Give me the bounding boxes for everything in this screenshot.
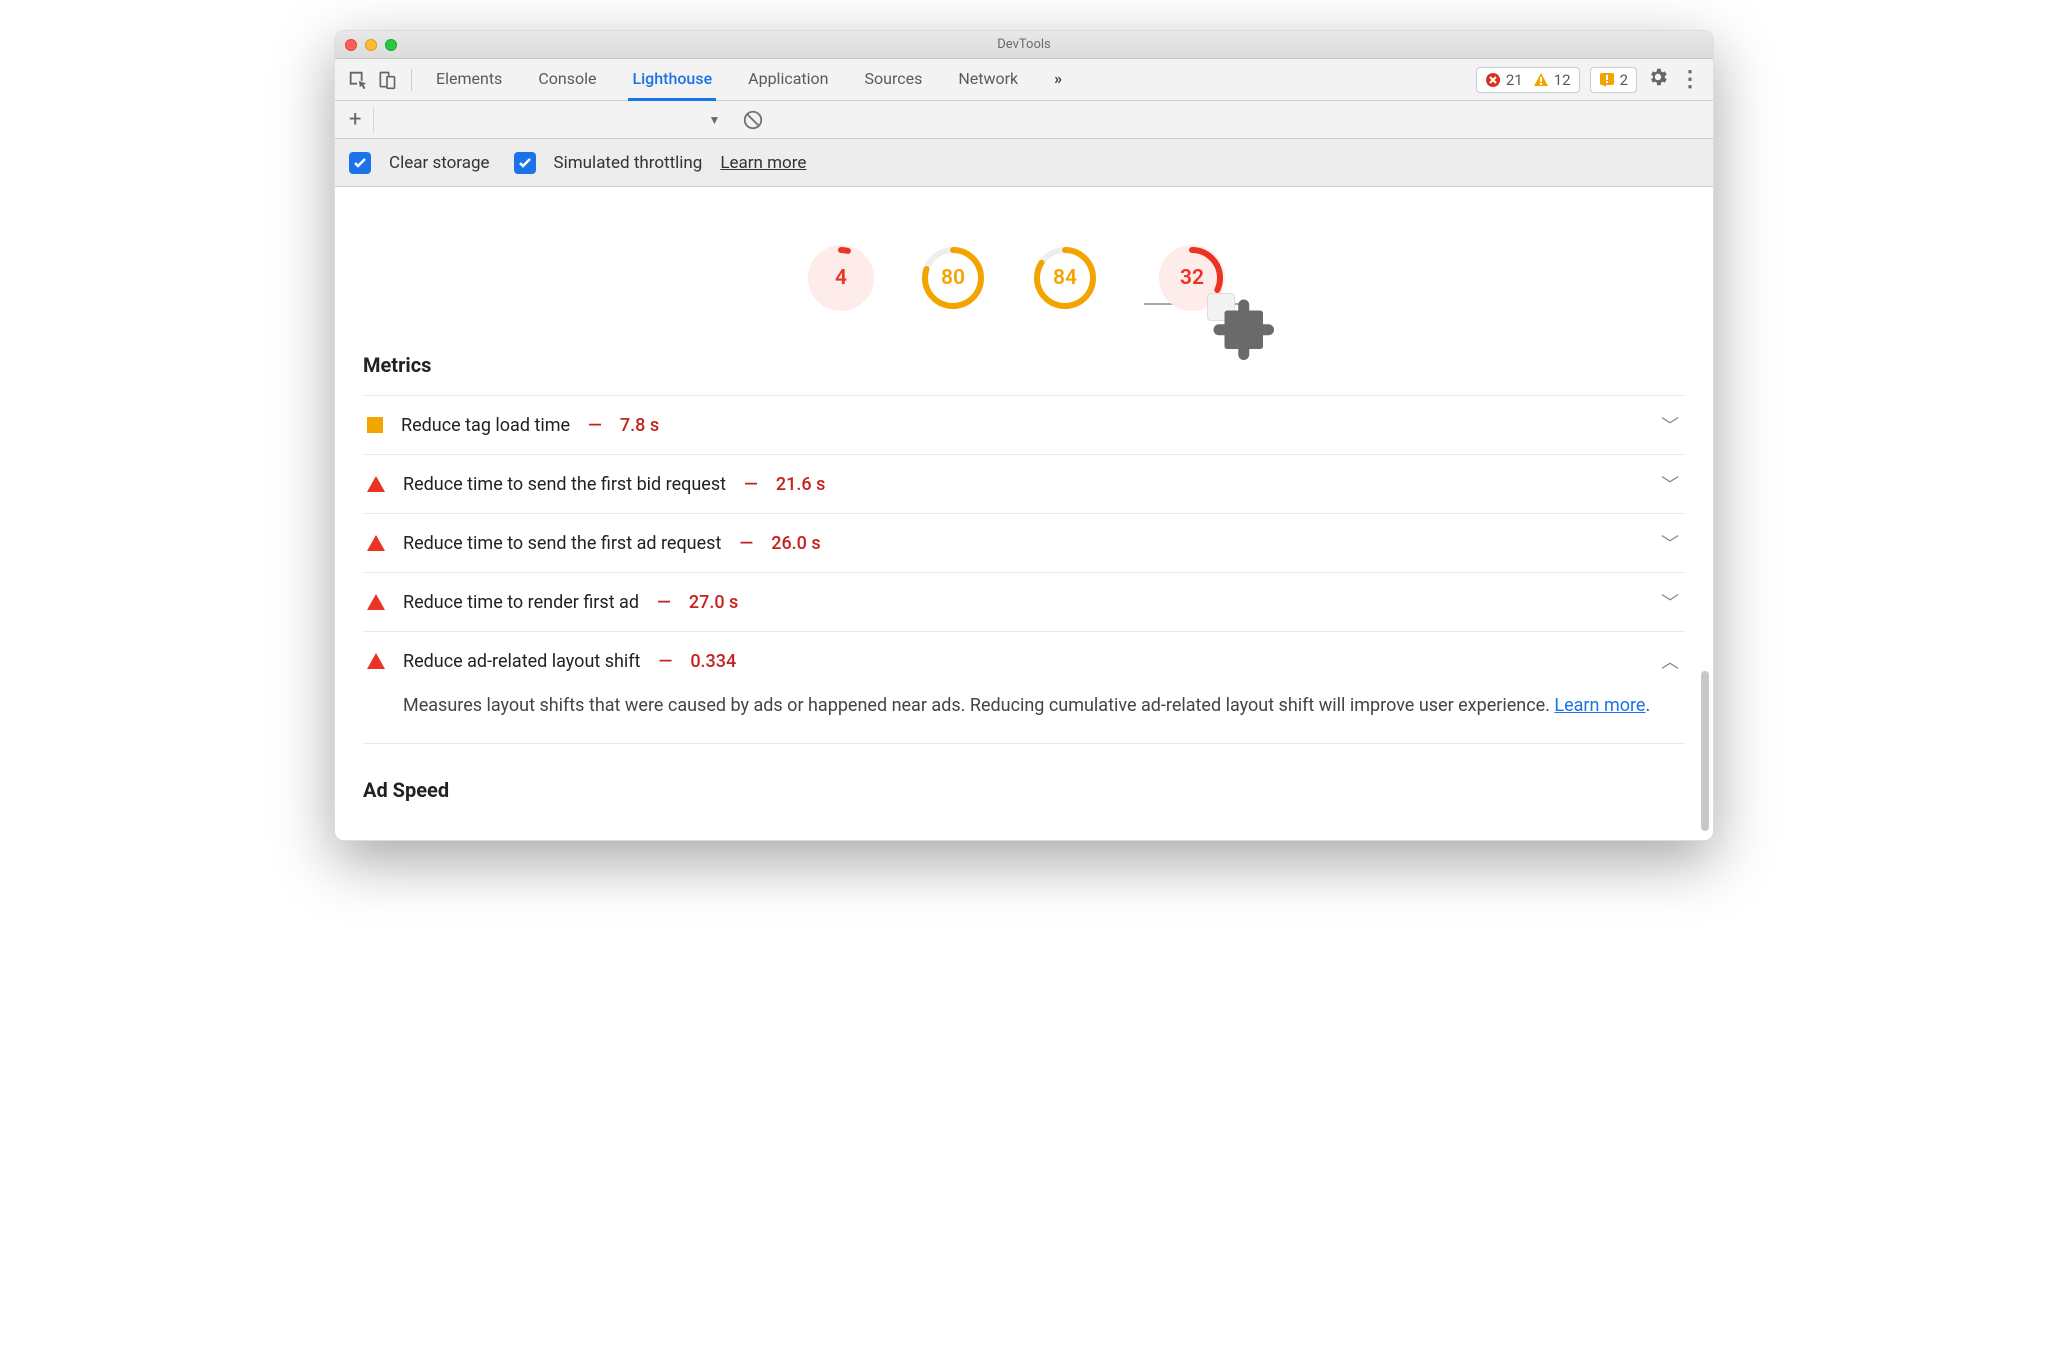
audit-value: 0.334 (690, 651, 736, 672)
scrollbar[interactable] (1701, 671, 1709, 831)
tab-elements[interactable]: Elements (432, 59, 506, 101)
lighthouse-toolbar: + ▼ (335, 101, 1713, 139)
audit-row[interactable]: Reduce time to send the first ad request… (367, 530, 1679, 556)
simulated-throttling-label: Simulated throttling (554, 153, 703, 173)
chevron-down-icon[interactable]: ﹀ (1661, 471, 1679, 497)
inspect-icon[interactable] (347, 69, 369, 91)
audit-list: Reduce tag load time — 7.8 s ﹀ Reduce ti… (363, 395, 1685, 744)
window-title: DevTools (335, 37, 1713, 52)
main-toolbar: Elements Console Lighthouse Application … (335, 59, 1713, 101)
audit-item: Reduce time to send the first ad request… (363, 514, 1685, 573)
report-dropdown-icon[interactable]: ▼ (708, 113, 720, 127)
console-counts[interactable]: 21 12 (1476, 67, 1580, 93)
check-icon (352, 155, 368, 171)
new-report-icon[interactable]: + (349, 107, 361, 132)
clear-storage-label: Clear storage (389, 153, 490, 173)
error-icon (1485, 72, 1501, 88)
chevron-up-icon[interactable]: ︿ (1661, 648, 1679, 674)
dash: — (657, 592, 671, 613)
clear-storage-checkbox[interactable] (349, 152, 371, 174)
chevron-down-icon[interactable]: ﹀ (1661, 589, 1679, 615)
panel-tabs: Elements Console Lighthouse Application … (432, 59, 1066, 101)
dash: — (658, 651, 672, 672)
tab-network[interactable]: Network (954, 59, 1022, 101)
audit-item: Reduce time to send the first bid reques… (363, 455, 1685, 514)
score-gauge-0[interactable]: 4 (808, 245, 874, 311)
audit-title: Reduce tag load time (401, 415, 570, 436)
device-toggle-icon[interactable] (377, 69, 397, 91)
issue-icon (1599, 72, 1615, 88)
audit-value: 7.8 s (620, 415, 659, 436)
metrics-heading: Metrics (335, 347, 1713, 395)
audit-row[interactable]: Reduce tag load time — 7.8 s ﹀ (367, 412, 1679, 438)
plugin-icon (1207, 293, 1235, 321)
dash: — (739, 533, 753, 554)
simulated-throttling-checkbox[interactable] (514, 152, 536, 174)
tab-lighthouse[interactable]: Lighthouse (628, 59, 716, 101)
fail-icon (367, 594, 385, 610)
audit-item: Reduce ad-related layout shift — 0.334 ︿… (363, 632, 1685, 744)
audit-value: 27.0 s (689, 592, 738, 613)
clear-icon[interactable] (742, 109, 764, 131)
issues-count[interactable]: 2 (1590, 67, 1637, 93)
score-gauge-1[interactable]: 80 (920, 245, 986, 311)
warning-icon (1533, 72, 1549, 88)
learn-more-link[interactable]: Learn more (720, 153, 806, 173)
audit-row[interactable]: Reduce time to send the first bid reques… (367, 471, 1679, 497)
tab-application[interactable]: Application (744, 59, 832, 101)
divider (373, 107, 374, 133)
audit-title: Reduce time to send the first bid reques… (403, 474, 726, 495)
score-gauge-3[interactable]: 32 (1159, 245, 1225, 311)
audit-item: Reduce tag load time — 7.8 s ﹀ (363, 396, 1685, 455)
tab-sources[interactable]: Sources (861, 59, 927, 101)
fail-icon (367, 476, 385, 492)
average-icon (367, 417, 383, 433)
ad-speed-heading: Ad Speed (335, 744, 1713, 820)
learn-more-link[interactable]: Learn more (1554, 695, 1645, 716)
divider (411, 69, 412, 91)
tab-console[interactable]: Console (534, 59, 600, 101)
dash: — (744, 474, 758, 495)
fail-icon (367, 653, 385, 669)
score-gauges: 4 80 84 32 (335, 215, 1713, 347)
dash: — (588, 415, 602, 436)
toolbar-right: 21 12 2 ⋮ (1476, 66, 1701, 94)
audit-value: 21.6 s (776, 474, 825, 495)
audit-value: 26.0 s (771, 533, 820, 554)
error-count: 21 (1506, 71, 1523, 89)
audit-row[interactable]: Reduce time to render first ad — 27.0 s … (367, 589, 1679, 615)
warning-count: 12 (1554, 71, 1571, 89)
devtools-window: DevTools Elements Console Lighthouse App… (334, 30, 1714, 841)
chevron-down-icon[interactable]: ﹀ (1661, 530, 1679, 556)
fail-icon (367, 535, 385, 551)
audit-title: Reduce time to send the first ad request (403, 533, 721, 554)
audit-description: Measures layout shifts that were caused … (367, 674, 1679, 727)
settings-icon[interactable] (1647, 66, 1669, 94)
audit-item: Reduce time to render first ad — 27.0 s … (363, 573, 1685, 632)
audit-title: Reduce time to render first ad (403, 592, 639, 613)
lighthouse-options: Clear storage Simulated throttling Learn… (335, 139, 1713, 187)
tabs-overflow-icon[interactable]: » (1050, 59, 1066, 101)
audit-row[interactable]: Reduce ad-related layout shift — 0.334 ︿ (367, 648, 1679, 674)
audit-title: Reduce ad-related layout shift (403, 651, 640, 672)
more-icon[interactable]: ⋮ (1679, 67, 1701, 92)
chevron-down-icon[interactable]: ﹀ (1661, 412, 1679, 438)
lighthouse-report: 4 80 84 32 Metrics Reduce ta (335, 187, 1713, 840)
score-gauge-2[interactable]: 84 (1032, 245, 1098, 311)
titlebar: DevTools (335, 31, 1713, 59)
check-icon (517, 155, 533, 171)
